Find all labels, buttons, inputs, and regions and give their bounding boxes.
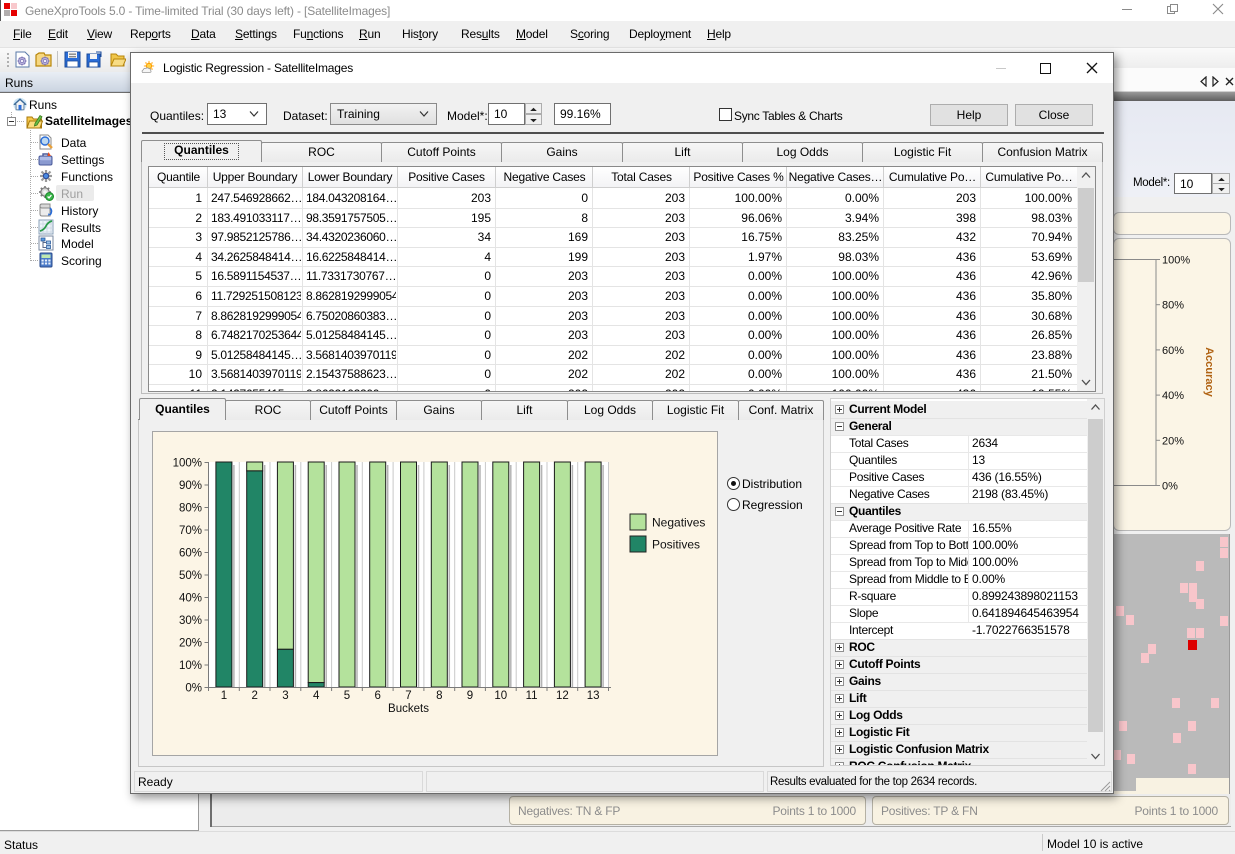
svg-text:Positives: Positives xyxy=(652,538,700,552)
svg-text:100%: 100% xyxy=(173,458,202,470)
svg-text:12: 12 xyxy=(556,690,569,702)
svg-text:5: 5 xyxy=(344,690,350,702)
svg-text:60%: 60% xyxy=(1162,345,1184,357)
svg-text:80%: 80% xyxy=(179,503,202,515)
svg-text:6: 6 xyxy=(374,690,380,702)
svg-text:40%: 40% xyxy=(179,593,202,605)
svg-text:7: 7 xyxy=(405,690,411,702)
svg-text:9: 9 xyxy=(467,690,473,702)
svg-text:100%: 100% xyxy=(1162,255,1190,267)
svg-text:4: 4 xyxy=(313,690,320,702)
svg-text:40%: 40% xyxy=(1162,390,1184,402)
svg-text:20%: 20% xyxy=(179,638,202,650)
svg-text:70%: 70% xyxy=(179,525,202,537)
svg-text:Buckets: Buckets xyxy=(388,703,429,715)
svg-text:11: 11 xyxy=(526,690,538,702)
svg-text:90%: 90% xyxy=(179,480,202,492)
svg-text:Negatives: Negatives xyxy=(652,516,705,530)
svg-text:2: 2 xyxy=(251,690,257,702)
svg-text:13: 13 xyxy=(587,690,600,702)
svg-text:8: 8 xyxy=(436,690,442,702)
svg-text:30%: 30% xyxy=(179,615,202,627)
svg-text:50%: 50% xyxy=(179,570,202,582)
svg-text:0%: 0% xyxy=(1162,481,1178,493)
svg-text:0%: 0% xyxy=(185,683,202,695)
svg-text:20%: 20% xyxy=(1162,435,1184,447)
svg-text:Accuracy: Accuracy xyxy=(1203,347,1215,397)
svg-text:80%: 80% xyxy=(1162,300,1184,312)
svg-text:60%: 60% xyxy=(179,548,202,560)
svg-text:3: 3 xyxy=(282,690,288,702)
svg-text:10%: 10% xyxy=(179,660,202,672)
svg-text:1: 1 xyxy=(221,690,227,702)
svg-text:10: 10 xyxy=(494,690,507,702)
